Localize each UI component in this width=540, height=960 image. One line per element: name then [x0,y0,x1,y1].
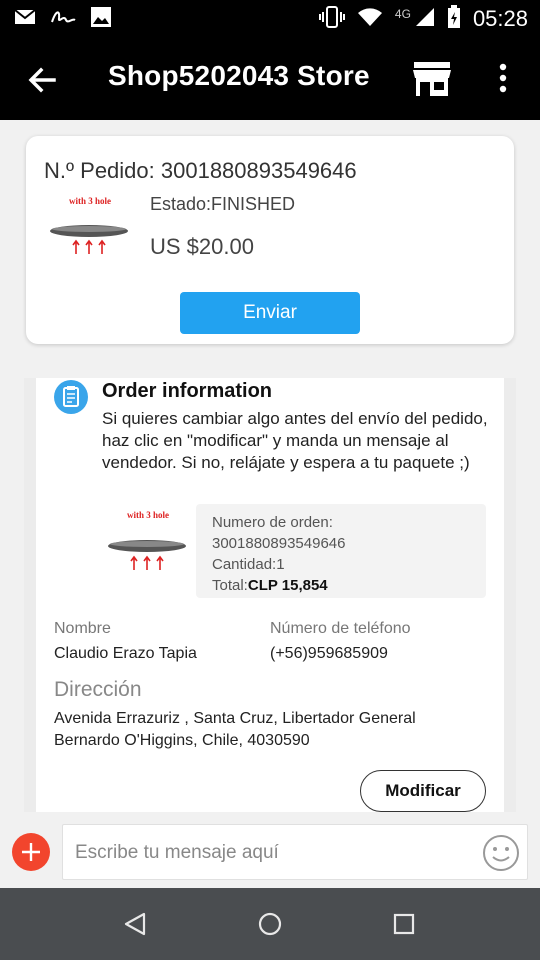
back-triangle-icon[interactable] [120,908,152,940]
status-left-icons [14,6,112,33]
signature-icon [50,8,76,31]
order-information-panel: Order information Si quieres cambiar alg… [24,378,516,812]
total-label: Total: [212,577,248,594]
order-number: N.º Pedido: 3001880893549646 [44,158,357,183]
image-icon [90,6,112,33]
product-image-label: with 3 hole [69,196,111,206]
battery-icon [447,4,461,34]
more-vert-icon[interactable] [492,60,514,96]
message-bar [0,824,540,888]
product-image-label: with 3 hole [127,510,169,520]
order-number-label: Numero de orden: [212,514,333,531]
address-value: Avenida Errazuriz , Santa Cruz, Libertad… [54,710,416,749]
clock: 05:28 [472,6,528,31]
order-price: US $20.00 [150,234,254,259]
message-input[interactable] [75,825,475,881]
name-label: Nombre [54,620,111,637]
order-summary-box: Numero de orden: 3001880893549646 Cantid… [196,504,486,598]
emoji-icon[interactable] [481,833,521,873]
store-icon[interactable] [412,60,452,98]
app-bar: Shop5202043 Store [0,38,540,120]
address-label: Dirección [54,678,142,701]
modify-button[interactable]: Modificar [360,770,486,812]
store-title: Shop5202043 Store [108,60,370,91]
order-information-description: Si quieres cambiar algo antes del envío … [102,409,488,472]
order-information-title: Order information [102,380,273,402]
vibrate-icon [318,5,345,33]
send-button[interactable]: Enviar [180,292,360,334]
product-thumbnail[interactable]: with 3 hole [48,194,130,274]
quantity: Cantidad:1 [212,556,285,573]
navigation-bar [0,888,540,960]
product-thumbnail[interactable]: with 3 hole [106,504,188,584]
total-value: CLP 15,854 [247,577,328,594]
status-right-icons: 4G 05:28 [318,0,528,38]
order-number-value: 3001880893549646 [212,535,346,552]
home-circle-icon[interactable] [254,908,286,940]
add-icon[interactable] [12,833,50,871]
phone-label: Número de teléfono [270,620,411,637]
status-bar: 4G 05:28 [0,0,540,38]
wifi-icon [357,7,383,32]
message-input-wrapper [62,824,528,881]
phone-value: (+56)959685909 [270,645,388,662]
clipboard-icon [54,380,88,414]
mail-icon [14,8,36,31]
total-row: Total:CLP 15,854 [212,575,470,596]
recents-square-icon[interactable] [388,908,420,940]
network-type: 4G [394,7,411,21]
back-arrow-icon[interactable] [24,62,60,98]
name-value: Claudio Erazo Tapia [54,645,197,662]
order-status: Estado:FINISHED [150,194,296,214]
order-card: N.º Pedido: 3001880893549646 with 3 hole… [26,136,514,344]
signal-icon [415,7,435,32]
